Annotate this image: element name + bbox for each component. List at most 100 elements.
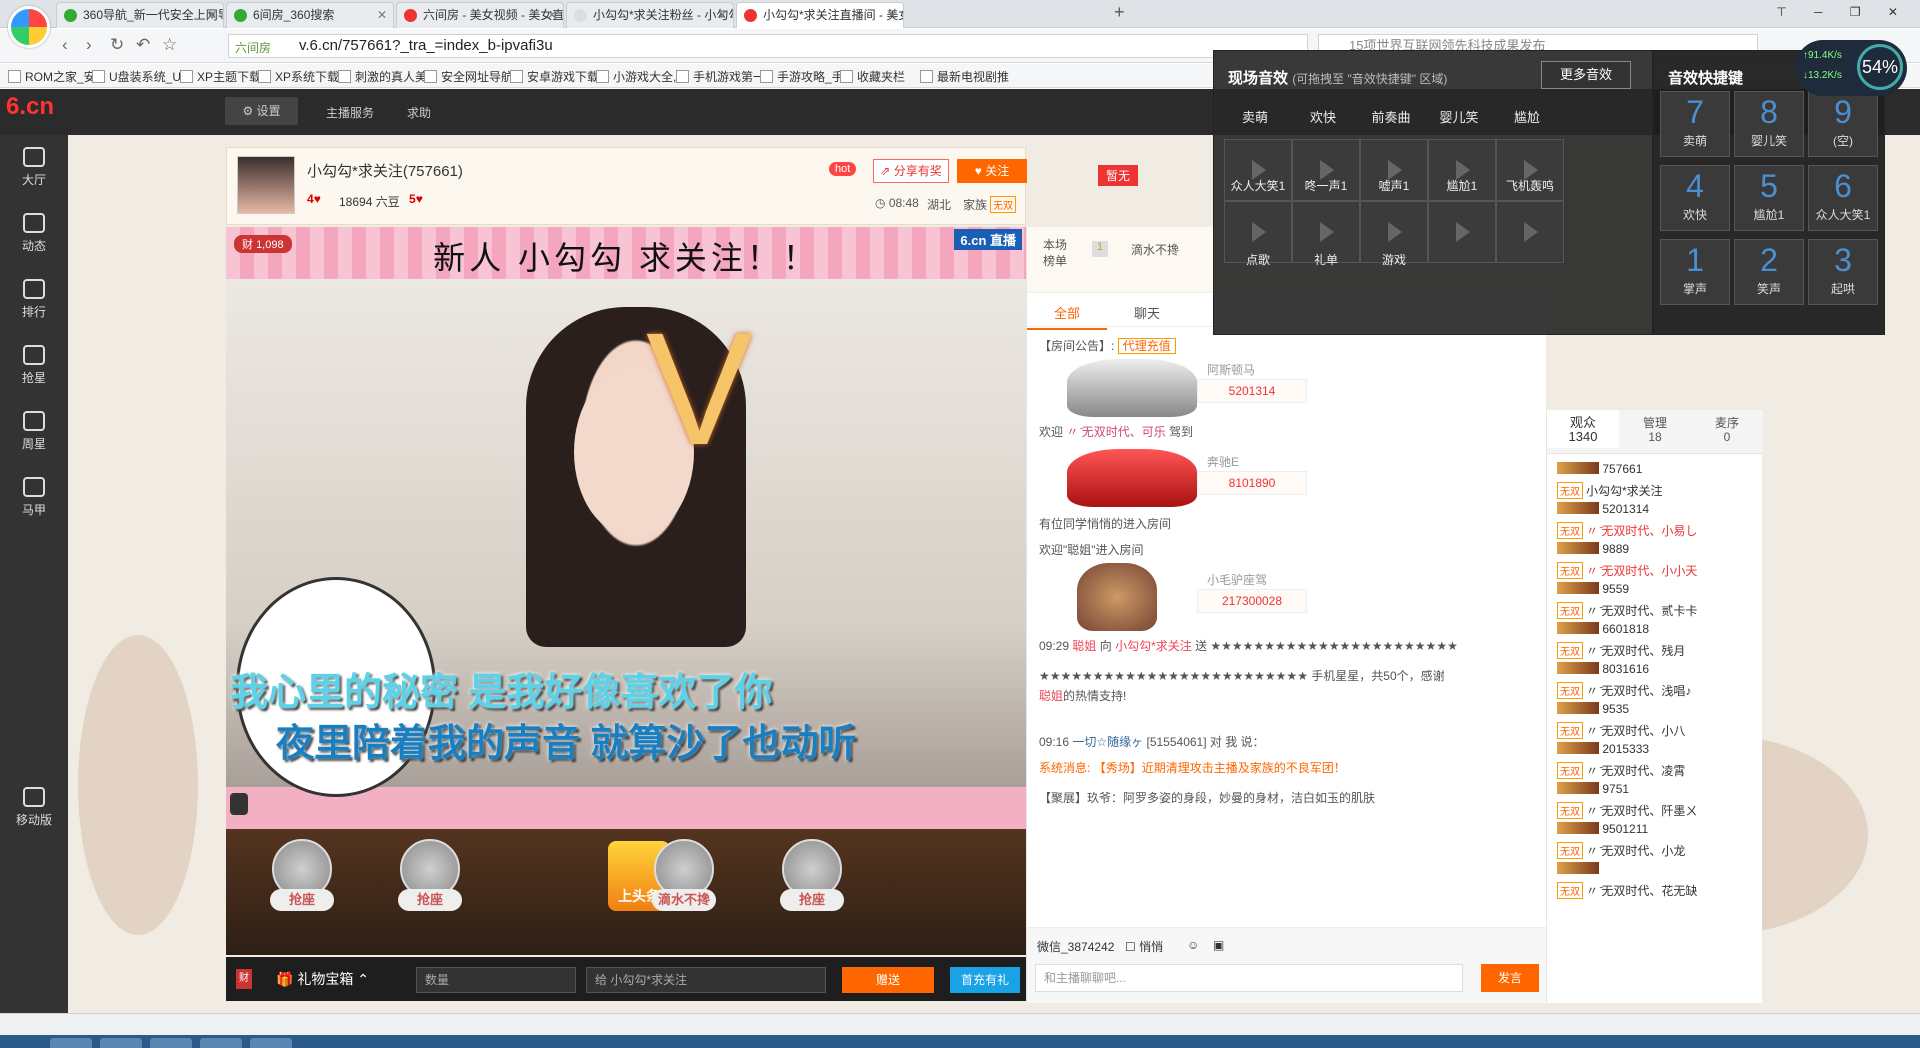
sfx-category[interactable]: 卖萌 [1220, 107, 1290, 126]
mic-icon[interactable] [230, 793, 248, 815]
bookmark-item[interactable]: 刺激的真人美 [338, 68, 427, 85]
tab-all[interactable]: 全部 [1027, 303, 1107, 330]
bookmark-item[interactable]: 手游攻略_手 [760, 68, 844, 85]
hotkey-1[interactable]: 1 掌声 [1660, 239, 1730, 305]
sfx-play-tile[interactable] [1428, 201, 1496, 263]
tab-close-icon[interactable]: ✕ [547, 3, 557, 27]
user-row[interactable]: 9501211 无双〃 ̄无双时代、小龙 [1557, 822, 1757, 862]
reload-icon[interactable]: ↻ [110, 35, 124, 55]
browser-tab[interactable]: 360导航_新一代安全上网导航✕ [56, 2, 224, 28]
streamer-avatar[interactable] [237, 156, 295, 214]
bookmark-item[interactable]: XP主题下载, [180, 68, 264, 85]
tab-close-icon[interactable]: ✕ [207, 3, 217, 27]
hotkey-3[interactable]: 3 起哄 [1808, 239, 1878, 305]
user-row[interactable]: 757661 无双 小勾勾*求关注 [1557, 462, 1757, 502]
seat-slot[interactable]: 抢座 [262, 839, 342, 935]
share-button[interactable]: ⇗ 分享有奖 [873, 159, 949, 183]
nav-item-3[interactable]: 抢星 [0, 333, 68, 399]
bookmark-item[interactable]: 小游戏大全, [596, 68, 676, 85]
hotkey-7[interactable]: 7 卖萌 [1660, 91, 1730, 157]
image-icon[interactable]: ▣ [1213, 938, 1224, 952]
sfx-category[interactable]: 尴尬 [1492, 107, 1562, 126]
seat-slot[interactable]: 滴水不搀 [644, 839, 724, 935]
user-row[interactable]: 9889 无双〃 ̄无双时代、小小天 [1557, 542, 1757, 582]
tab-close-icon[interactable]: ✕ [717, 3, 727, 27]
tab-chat[interactable]: 聊天 [1107, 303, 1187, 322]
taskbar-app-icon[interactable] [150, 1038, 192, 1048]
hotkey-9[interactable]: 9 (空) [1808, 91, 1878, 157]
bookmark-item[interactable]: 最新电视剧推 [920, 68, 1009, 85]
browser-logo-icon[interactable] [8, 6, 50, 48]
taskbar-app-icon[interactable] [50, 1038, 92, 1048]
taskbar-app-icon[interactable] [100, 1038, 142, 1048]
nav-item-6[interactable]: 移动版 [0, 775, 68, 841]
gift-quantity-input[interactable]: 数量 [416, 967, 576, 993]
browser-tab[interactable]: 小勾勾*求关注直播间 - 美女 ✕ [736, 2, 904, 28]
nav-item-4[interactable]: 周星 [0, 399, 68, 465]
recharge-button[interactable]: 首充有礼 [950, 967, 1020, 993]
taskbar-app-icon[interactable] [200, 1038, 242, 1048]
emoji-icon[interactable]: ☺ [1187, 938, 1199, 952]
follow-button[interactable]: ♥ 关注 [957, 159, 1027, 183]
help-link[interactable]: 求助 [407, 104, 431, 121]
new-tab-button[interactable]: + [1114, 2, 1125, 23]
seat-slot[interactable]: 抢座 [772, 839, 852, 935]
host-service-link[interactable]: 主播服务 [326, 104, 374, 121]
nav-item-5[interactable]: 马甲 [0, 465, 68, 531]
sfx-category[interactable]: 欢快 [1288, 107, 1358, 126]
bookmark-item[interactable]: 手机游戏第一 [676, 68, 765, 85]
network-monitor[interactable]: ↑91.4K/s ↓13.2K/s 54% [1795, 40, 1907, 96]
user-row[interactable]: 2015333 无双〃 ̄无双时代、凌霄 [1557, 742, 1757, 782]
user-row[interactable]: 5201314 无双〃 ̄无双时代、小易し [1557, 502, 1757, 542]
bookmark-item[interactable]: 收藏夹栏 [840, 68, 905, 85]
bookmark-item[interactable]: ROM之家_安 [8, 68, 96, 85]
gift-box-button[interactable]: 🎁 礼物宝箱 ⌃ [276, 969, 369, 989]
user-row[interactable]: 无双〃 ̄无双时代、花无缺 [1557, 862, 1757, 902]
sfx-category[interactable]: 前奏曲 [1356, 107, 1426, 126]
bookmark-item[interactable]: XP系统下载, [258, 68, 342, 85]
user-row[interactable]: 9751 无双〃 ̄无双时代、阡墨ㄨ [1557, 782, 1757, 822]
tab-close-icon[interactable]: ✕ [377, 3, 387, 27]
chat-input[interactable]: 和主播聊聊吧... [1035, 964, 1463, 992]
hotkey-6[interactable]: 6 众人大笑1 [1808, 165, 1878, 231]
user-row[interactable]: 6601818 无双〃 ̄无双时代、残月 [1557, 622, 1757, 662]
bookmark-item[interactable]: U盘装系统_U [92, 68, 181, 85]
chat-send-button[interactable]: 发言 [1481, 964, 1539, 992]
chat-target-label[interactable]: 微信_3874242 [1037, 938, 1114, 955]
quiet-checkbox[interactable]: ☐ 悄悄 [1125, 938, 1163, 955]
back-icon[interactable]: ‹ [62, 35, 68, 55]
more-sfx-button[interactable]: 更多音效 [1541, 61, 1631, 89]
site-logo[interactable]: 6.cn [6, 93, 54, 121]
hotkey-5[interactable]: 5 尴尬1 [1734, 165, 1804, 231]
user-tab[interactable]: 麦序 0 [1691, 416, 1763, 444]
gift-target-select[interactable]: 给 小勾勾*求关注 [586, 967, 826, 993]
nav-item-1[interactable]: 动态 [0, 201, 68, 267]
browser-tab[interactable]: 小勾勾*求关注粉丝 - 小勾勾 ✕ [566, 2, 734, 28]
sfx-category[interactable]: 婴儿笑 [1424, 107, 1494, 126]
bookmark-item[interactable]: 安卓游戏下载 [510, 68, 599, 85]
user-row[interactable]: 8031616 无双〃 ̄无双时代、浅唱♪ [1557, 662, 1757, 702]
user-row[interactable]: 9559 无双〃 ̄无双时代、贰卡卡 [1557, 582, 1757, 622]
wallet-icon[interactable]: 财 [236, 969, 252, 989]
sfx-play-tile[interactable] [1496, 201, 1564, 263]
send-gift-button[interactable]: 赠送 [842, 967, 934, 993]
hotkey-2[interactable]: 2 笑声 [1734, 239, 1804, 305]
browser-tab[interactable]: 六间房 - 美女视频 - 美女直播 ✕ [396, 2, 564, 28]
video-player[interactable]: 新人 小勾勾 求关注！！ 财 1,098 6.cn 直播 V 我心里的秘密 是我… [226, 227, 1026, 829]
hotkey-4[interactable]: 4 欢快 [1660, 165, 1730, 231]
browser-tab[interactable]: 6间房_360搜索 ✕ [226, 2, 394, 28]
nav-item-2[interactable]: 排行 [0, 267, 68, 333]
seat-slot[interactable]: 抢座 [390, 839, 470, 935]
hotkey-8[interactable]: 8 婴儿笑 [1734, 91, 1804, 157]
url-input[interactable]: 六间房 v.6.cn/757661?_tra_=index_b-ipvafi3u [228, 34, 1308, 58]
nav-item-0[interactable]: 大厅 [0, 135, 68, 201]
window-controls[interactable]: ⊤ ─ ❐ ✕ [1776, 5, 1910, 19]
tab-close-icon[interactable]: ✕ [887, 3, 897, 27]
rank-label[interactable]: 本场 榜单 [1043, 237, 1067, 269]
user-row[interactable]: 9535 无双〃 ̄无双时代、小八 [1557, 702, 1757, 742]
bookmark-item[interactable]: 安全网址导航 [424, 68, 513, 85]
forward-icon[interactable]: › [86, 35, 92, 55]
settings-button[interactable]: ⚙ 设置 [225, 97, 298, 125]
taskbar-app-icon[interactable] [250, 1038, 292, 1048]
rank-user[interactable]: 滴水不搀 [1131, 241, 1179, 258]
